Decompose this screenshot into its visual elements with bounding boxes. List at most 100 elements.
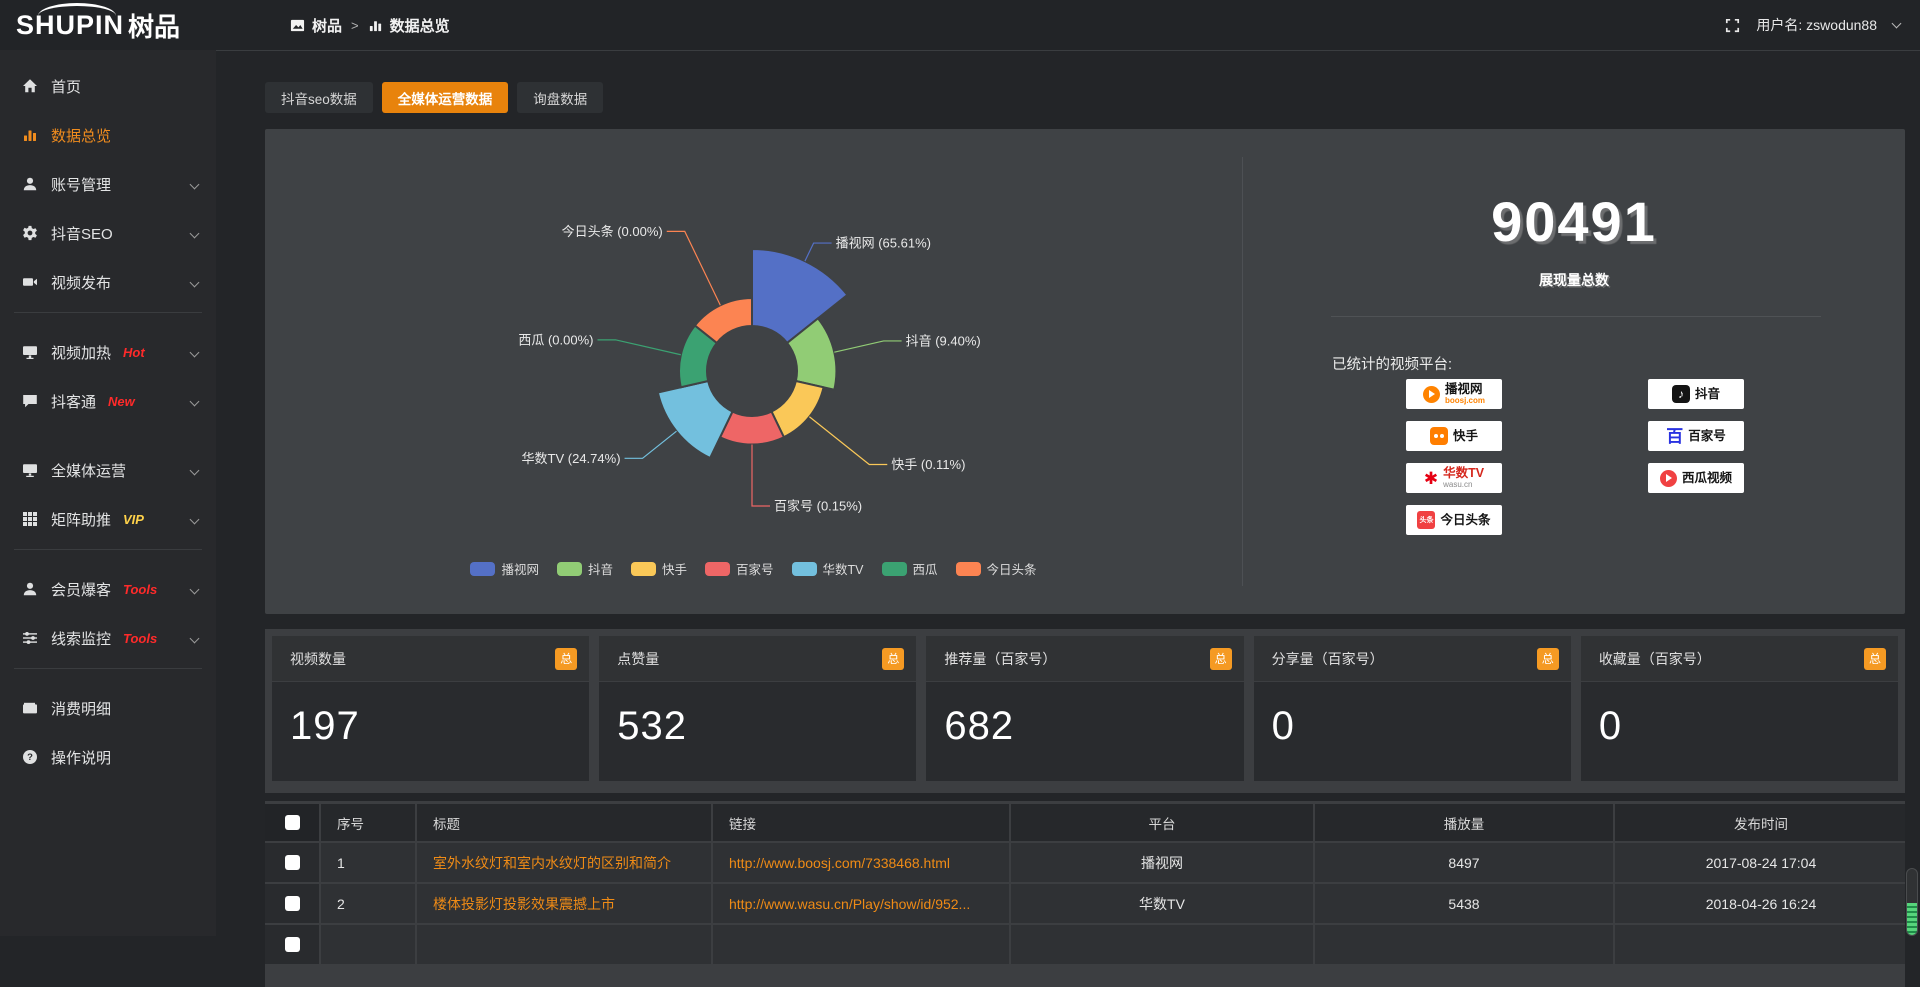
pie-label-line: [809, 417, 887, 465]
row-checkbox[interactable]: [285, 937, 300, 952]
platform-badge-baijiahao: 百百家号: [1648, 421, 1744, 451]
col-header-link: 链接: [713, 804, 1009, 841]
sidebar-item-label: 矩阵助推: [51, 509, 111, 530]
row-index: 1: [321, 843, 415, 882]
legend-item-西瓜[interactable]: 西瓜: [882, 559, 938, 578]
row-url-link[interactable]: http://www.wasu.cn/Play/show/id/952...: [713, 884, 1009, 923]
platform-name: 今日头条: [1440, 514, 1490, 527]
row-time: 2018-04-26 16:24: [1615, 884, 1905, 923]
sidebar-item-video-publish[interactable]: 视频发布: [0, 262, 216, 302]
monitor-icon: [22, 462, 38, 478]
wallet-icon: [22, 700, 38, 716]
row-plays: 8497: [1315, 843, 1613, 882]
sidebar-item-matrix-boost[interactable]: 矩阵助推 VIP: [0, 499, 216, 539]
platform-badge-kuaishou: 快手: [1406, 421, 1502, 451]
pie-chart-canvas[interactable]: 播视网 (65.61%)抖音 (9.40%)快手 (0.11%)百家号 (0.1…: [265, 129, 1242, 614]
video-icon: [22, 274, 38, 290]
breadcrumb-root[interactable]: 树品: [312, 15, 342, 36]
sidebar-item-clue-monitor[interactable]: 线索监控Tools: [0, 618, 216, 658]
sidebar-item-home[interactable]: 首页: [0, 66, 216, 106]
sidebar-item-account-management[interactable]: 账号管理: [0, 164, 216, 204]
row-plays: 5438: [1315, 884, 1613, 923]
stat-card-header: 收藏量（百家号）总: [1581, 636, 1898, 682]
chevron-down-icon: [190, 634, 200, 644]
sidebar-item-operation-guide[interactable]: ?操作说明: [0, 737, 216, 777]
stat-card-title: 点赞量: [617, 649, 659, 669]
stat-card-value: 197: [272, 682, 589, 749]
breadcrumb-current[interactable]: 数据总览: [390, 15, 450, 36]
stat-card-4: 分享量（百家号）总0: [1254, 636, 1571, 781]
sidebar-divider: [14, 549, 202, 550]
tab-douyin-seo-data[interactable]: 抖音seo数据: [265, 82, 373, 113]
user-icon: [22, 581, 38, 597]
legend-swatch: [792, 562, 817, 576]
sidebar-item-member-burst[interactable]: 会员爆客Tools: [0, 569, 216, 609]
pie-label-西瓜: 西瓜 (0.00%): [518, 332, 593, 347]
total-impressions-value: 90491: [1243, 189, 1905, 254]
legend-item-播视网[interactable]: 播视网: [470, 559, 539, 578]
sidebar-item-label: 账号管理: [51, 174, 111, 195]
sidebar-item-label: 消费明细: [51, 698, 111, 719]
pie-slice-播视网[interactable]: [752, 249, 847, 343]
legend-item-华数TV[interactable]: 华数TV: [792, 559, 864, 578]
user-menu-chevron-icon[interactable]: [1892, 19, 1902, 29]
summary-zone: 90491 展现量总数 已统计的视频平台: 播视网boosj.com♪抖音快手百…: [1243, 129, 1905, 614]
main-content: 抖音seo数据全媒体运营数据询盘数据 播视网 (65.61%)抖音 (9.40%…: [216, 50, 1920, 936]
table-row-1: 1室外水纹灯和室内水纹灯的区别和简介http://www.boosj.com/7…: [265, 843, 1905, 882]
sidebar-item-media-operation[interactable]: 全媒体运营: [0, 450, 216, 490]
sidebar-item-label: 线索监控: [51, 628, 111, 649]
table-header-row: 序号标题链接平台播放量发布时间: [265, 804, 1905, 841]
sidebar-item-douyin-seo[interactable]: 抖音SEO: [0, 213, 216, 253]
platform-name: 华数TV: [1443, 467, 1484, 480]
sidebar-divider: [14, 312, 202, 313]
legend-label: 快手: [662, 559, 687, 578]
sidebar-item-badge: VIP: [123, 512, 144, 527]
legend-item-今日头条[interactable]: 今日头条: [956, 559, 1037, 578]
pie-label-今日头条: 今日头条 (0.00%): [562, 224, 663, 239]
stat-card-1: 视频数量总197: [272, 636, 589, 781]
row-url-link[interactable]: http://www.boosj.com/7338468.html: [713, 843, 1009, 882]
data-tabs: 抖音seo数据全媒体运营数据询盘数据: [265, 82, 603, 113]
stat-card-header: 推荐量（百家号）总: [926, 636, 1243, 682]
row-checkbox[interactable]: [285, 855, 300, 870]
sidebar-item-video-heating[interactable]: 视频加热Hot: [0, 332, 216, 372]
legend-label: 今日头条: [987, 559, 1037, 578]
legend-item-抖音[interactable]: 抖音: [557, 559, 613, 578]
legend-item-百家号[interactable]: 百家号: [705, 559, 774, 578]
platform-subtext: wasu.cn: [1443, 481, 1472, 489]
sidebar-item-data-overview[interactable]: 数据总览: [0, 115, 216, 155]
platform-badge-toutiao: 头条今日头条: [1406, 505, 1502, 535]
sidebar-item-doukoutong[interactable]: 抖客通New: [0, 381, 216, 421]
row-title-link[interactable]: 室外水纹灯和室内水纹灯的区别和简介: [417, 843, 711, 882]
stat-card-value: 682: [926, 682, 1243, 749]
legend-item-快手[interactable]: 快手: [631, 559, 687, 578]
select-all-checkbox[interactable]: [285, 815, 300, 830]
tab-inquiry-data[interactable]: 询盘数据: [517, 82, 603, 113]
fullscreen-icon[interactable]: [1725, 18, 1740, 33]
chevron-down-icon: [190, 515, 200, 525]
row-checkbox[interactable]: [285, 896, 300, 911]
pie-slice-华数TV[interactable]: [658, 381, 733, 458]
total-badge: 总: [1537, 648, 1559, 670]
toutiao-logo-icon: 头条: [1417, 511, 1435, 529]
sidebar-item-consumption-detail[interactable]: 消费明细: [0, 688, 216, 728]
row-checkbox-cell: [265, 843, 319, 882]
row-title-link[interactable]: 楼体投影灯投影效果震撼上市: [417, 884, 711, 923]
stat-card-header: 分享量（百家号）总: [1254, 636, 1571, 682]
topbar-right: 用户名: zswodun88: [1725, 15, 1920, 35]
boosj-logo-icon: [1423, 386, 1440, 403]
scrollbar-thumb[interactable]: [1907, 903, 1917, 935]
rose-pie-chart[interactable]: 播视网 (65.61%)抖音 (9.40%)快手 (0.11%)百家号 (0.1…: [265, 129, 1242, 614]
stat-cards-row: 视频数量总197点赞量总532推荐量（百家号）总682分享量（百家号）总0收藏量…: [265, 629, 1905, 793]
chart-icon: [22, 127, 38, 143]
chevron-down-icon: [190, 585, 200, 595]
legend-swatch: [956, 562, 981, 576]
tab-media-operation-data[interactable]: 全媒体运营数据: [382, 82, 509, 113]
logo-cn-text: 树品: [128, 7, 180, 44]
stat-card-title: 推荐量（百家号）: [944, 649, 1056, 669]
page-scrollbar[interactable]: [1906, 868, 1918, 936]
username-display[interactable]: 用户名: zswodun88: [1756, 15, 1877, 35]
legend-label: 抖音: [588, 559, 613, 578]
summary-divider: [1331, 316, 1821, 317]
legend-label: 华数TV: [823, 559, 864, 578]
